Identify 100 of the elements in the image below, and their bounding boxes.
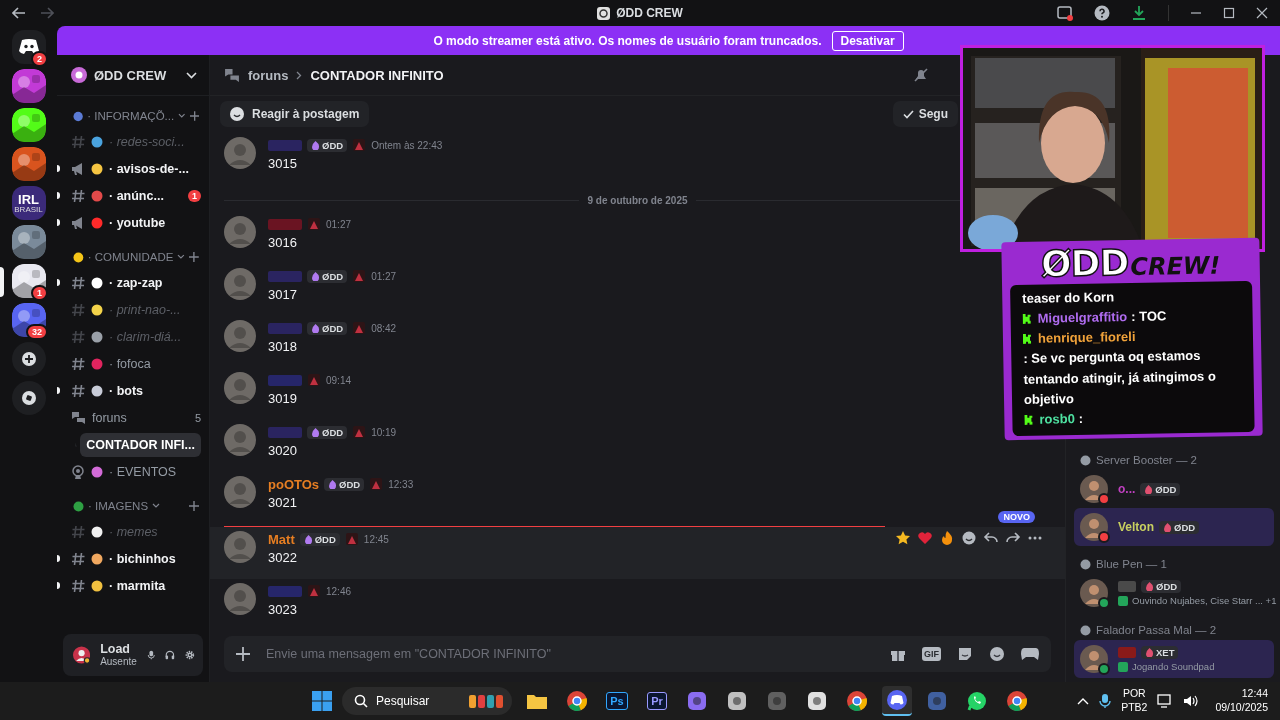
heart-icon[interactable]	[917, 530, 933, 546]
message-time: 12:33	[388, 478, 414, 490]
overlay-logo-suffix: CREW!	[1130, 251, 1221, 281]
discover-button[interactable]	[11, 381, 46, 415]
platform-icon	[1024, 414, 1035, 425]
hashtag-icon	[71, 551, 85, 566]
author-name[interactable]: poOTOs	[268, 476, 320, 492]
member-avatar	[1080, 579, 1108, 607]
channel-item[interactable]: foruns	[92, 410, 189, 425]
add-server-button[interactable]	[11, 342, 46, 376]
member-avatar	[1080, 475, 1108, 503]
channel-item[interactable]: · anúnc...	[109, 188, 182, 203]
sticker-icon[interactable]	[957, 646, 973, 662]
clock-date[interactable]: 09/10/2025	[1215, 701, 1268, 715]
server-button[interactable]: IRL BRASIL	[11, 186, 46, 220]
message-time: 10:19	[371, 426, 397, 438]
role-emoji-icon	[307, 373, 321, 387]
disable-button[interactable]: Desativar	[831, 30, 904, 51]
author-name[interactable]: Matt	[268, 531, 295, 547]
star-icon[interactable]	[895, 530, 911, 546]
channel-item[interactable]: · fofoca	[109, 356, 201, 371]
channel-item[interactable]: · youtube	[109, 215, 201, 230]
role-icon	[1080, 454, 1091, 466]
add-reaction-icon[interactable]	[961, 530, 977, 546]
message-time: 01:27	[371, 270, 397, 282]
message-text: 3018	[268, 339, 298, 354]
gif-button[interactable]: GIF	[922, 647, 941, 661]
screen-share-icon[interactable]	[1057, 5, 1073, 21]
plus-icon[interactable]	[189, 111, 199, 121]
volume-icon[interactable]	[1183, 694, 1200, 708]
keyboard-layout[interactable]: PTB2	[1121, 701, 1148, 715]
member-avatar	[1080, 513, 1108, 541]
home-button[interactable]	[11, 30, 46, 64]
member-item[interactable]: Velton ØDD	[1074, 508, 1274, 546]
taskbar-app[interactable]: Pr	[642, 686, 672, 716]
message-text: 3021	[268, 495, 298, 510]
message-time: 01:27	[326, 218, 352, 230]
plus-icon[interactable]	[236, 647, 250, 661]
download-icon[interactable]	[1131, 5, 1147, 21]
member-item[interactable]: ØDD Ouvindo Nujabes, Cise Starr ... +1	[1074, 574, 1274, 612]
chat-message: :	[1078, 409, 1084, 428]
help-icon[interactable]	[1094, 5, 1110, 21]
search-field[interactable]: Pesquisar	[342, 687, 512, 715]
flame-icon	[311, 427, 320, 437]
thread-item[interactable]: CONTADOR INFI...	[80, 432, 201, 457]
category-name[interactable]: · COMUNIDADE	[87, 251, 174, 263]
user-status: Ausente	[100, 656, 137, 668]
flame-icon	[1145, 648, 1154, 657]
message-input[interactable]: Envie uma mensagem em "CONTADOR INFINITO" GIF	[224, 636, 1051, 672]
broadcast-icon	[71, 464, 85, 479]
start-icon[interactable]	[312, 691, 332, 711]
megaphone-icon	[71, 161, 85, 176]
channel-item[interactable]: · bichinhos	[109, 551, 201, 566]
window-title: ØDD CREW	[616, 6, 683, 20]
category-name[interactable]: · IMAGENS	[88, 500, 149, 512]
role-emoji-icon	[369, 477, 384, 491]
flame-icon	[1145, 582, 1154, 591]
chevron-up-icon[interactable]	[1077, 697, 1090, 705]
user-name: Load	[100, 642, 131, 657]
chat-username: henrique_fioreli	[1037, 328, 1136, 348]
gamepad-icon[interactable]	[1021, 647, 1039, 661]
server-header[interactable]: ØDD CREW	[57, 55, 209, 96]
back-arrow-icon[interactable]	[12, 7, 26, 19]
date-divider-label: 9 de outubro de 2025	[587, 195, 688, 206]
hashtag-icon	[71, 302, 85, 317]
language-indicator[interactable]: POR	[1122, 687, 1146, 701]
chevron-down-icon	[178, 113, 186, 119]
muted-bell-icon[interactable]	[913, 67, 929, 83]
follow-button[interactable]: Segu	[892, 101, 958, 127]
category-name[interactable]: · INFORMAÇÕ...	[87, 110, 175, 122]
member-item[interactable]: o... ØDD	[1074, 470, 1274, 508]
member-item[interactable]: XET Jogando Soundpad	[1074, 640, 1274, 678]
channel-item[interactable]: · bots	[109, 383, 201, 398]
channel-item[interactable]: · EVENTOS	[109, 464, 201, 479]
maximize-icon[interactable]	[1223, 7, 1235, 19]
forum-link[interactable]: foruns	[248, 67, 289, 83]
microphone-icon[interactable]	[1099, 693, 1112, 709]
emoji-icon[interactable]	[989, 646, 1005, 662]
plus-icon[interactable]	[189, 252, 199, 262]
guild-tag: ØDD	[299, 532, 340, 546]
network-icon[interactable]	[1157, 694, 1174, 708]
server-icon	[597, 6, 611, 20]
fire-icon[interactable]	[939, 530, 955, 546]
channel-item[interactable]: · avisos-de-...	[109, 161, 201, 176]
plus-icon[interactable]	[189, 501, 199, 511]
controller-logo-icon	[887, 690, 907, 710]
channel-item[interactable]: · zap-zap	[109, 275, 201, 290]
new-badge: NOVO	[998, 511, 1035, 523]
hashtag-icon	[71, 578, 85, 593]
flame-icon	[303, 534, 313, 544]
clock-time[interactable]: 12:44	[1241, 687, 1268, 701]
taskbar-app[interactable]	[882, 686, 912, 716]
activity-icon	[1118, 595, 1128, 606]
search-icon	[354, 694, 368, 708]
close-icon[interactable]	[1256, 7, 1268, 19]
react-button[interactable]: Reagir à postagem	[220, 101, 370, 127]
flame-icon	[328, 479, 338, 489]
channel-item[interactable]: · marmita	[109, 578, 201, 593]
taskbar-app[interactable]: Ps	[602, 686, 632, 716]
flame-icon	[311, 323, 320, 333]
